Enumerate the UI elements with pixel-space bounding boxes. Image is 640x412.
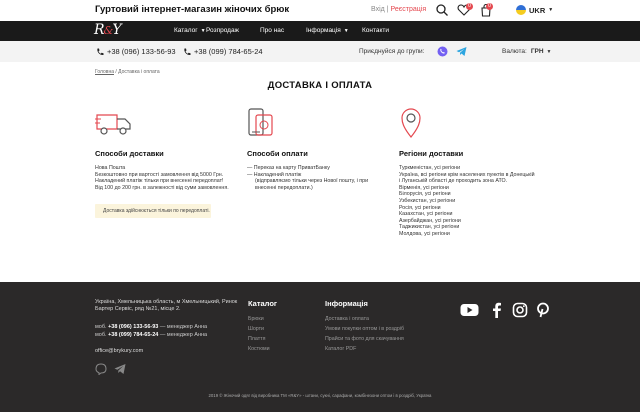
- list-item: Вірменія, усі регіони: [399, 184, 449, 191]
- payment-card-icon: [248, 108, 273, 136]
- list-item: Молдова, усі регіони: [399, 230, 450, 237]
- list-item: (відправляємо тільки через Нової пошту, …: [255, 178, 369, 185]
- footer-link[interactable]: Костюми: [248, 344, 277, 354]
- footer-catalog-column: Каталог Брюки Шорти Плаття Костюми: [248, 299, 277, 354]
- delivery-methods-section: Способи доставки Нова Пошта Безкоштовно …: [95, 105, 229, 191]
- footer-address: Україна, Хмельницька область, м Хмельниц…: [95, 299, 238, 312]
- chevron-down-icon: ▼: [548, 7, 554, 13]
- facebook-icon[interactable]: [489, 302, 505, 318]
- location-pin-icon: [401, 108, 421, 138]
- footer-link[interactable]: Брюки: [248, 314, 277, 324]
- currency-selector[interactable]: Валюта: ГРН ▼: [502, 48, 551, 55]
- footer-info-column: Інформація Доставка і оплата Умови покуп…: [325, 299, 404, 354]
- language-selector[interactable]: UKR ▼: [516, 5, 553, 15]
- nav-item-about[interactable]: Про нас: [260, 27, 284, 34]
- phone-icon: [184, 48, 191, 55]
- footer-link[interactable]: Шорти: [248, 324, 277, 334]
- pinterest-icon[interactable]: [535, 302, 551, 318]
- nav-item-catalog[interactable]: Каталог ▼: [174, 27, 206, 34]
- delivery-methods-list: Нова Пошта Безкоштовно при вартості замо…: [95, 165, 229, 191]
- list-item: Казахстан, усі регіони: [399, 211, 453, 218]
- list-item: Росія, усі регіони: [399, 204, 441, 211]
- ukraine-flag-icon: [516, 5, 526, 15]
- list-item: і Луганській області де проходить зона А…: [399, 178, 508, 185]
- footer-phone-2[interactable]: моб. +38 (099) 784-65-24 — менеджер Анна: [95, 332, 207, 338]
- contact-strip: +38 (096) 133-56-93 +38 (099) 784-65-24 …: [0, 41, 640, 62]
- footer-link[interactable]: Каталог PDF: [325, 344, 404, 354]
- telegram-icon[interactable]: [114, 363, 126, 375]
- phone-2[interactable]: +38 (099) 784-65-24: [183, 47, 263, 56]
- list-item: Узбекистан, усі регіони: [399, 197, 456, 204]
- chevron-down-icon: ▼: [200, 28, 206, 34]
- main-nav: R&Y Каталог ▼ Розпродаж Про нас Інформаці…: [0, 21, 640, 41]
- delivery-regions-title: Регіони доставки: [399, 149, 464, 158]
- list-item: Нова Пошта: [95, 165, 126, 171]
- list-item: Таджикистан, усі регіони: [399, 224, 460, 231]
- footer-info-title: Інформація: [325, 299, 368, 308]
- payment-methods-section: Способи оплати — Переказ на карту Приват…: [247, 105, 368, 191]
- list-item: — Накладений платіж: [247, 171, 302, 178]
- delivery-regions-list: Туркменістан, усі регіони Україна, всі р…: [399, 165, 535, 238]
- list-item: Білорусія, усі регіони: [399, 191, 451, 198]
- favorites-count-badge: 0: [466, 3, 473, 10]
- copyright: 2019 © Жіночий одяг від виробника ТМ «R&…: [208, 393, 432, 398]
- payment-methods-list: — Переказ на карту ПриватБанку — Накладе…: [247, 165, 368, 191]
- chevron-down-icon: ▼: [546, 49, 552, 55]
- join-group-label: Приєднуйся до групи:: [359, 48, 425, 55]
- page-title: ДОСТАВКА І ОПЛАТА: [267, 80, 373, 91]
- footer-email[interactable]: office@brykury.com: [95, 348, 143, 354]
- viber-icon[interactable]: [437, 46, 448, 57]
- list-item: Азербайджан, усі регіони: [399, 217, 461, 224]
- prepayment-note: Доставка здійснюється тільки по передопл…: [95, 204, 211, 218]
- top-bar: Гуртовий інтернет-магазин жіночих брюк В…: [0, 0, 640, 21]
- breadcrumb-current: Доставка і оплата: [118, 69, 160, 75]
- cart-count-badge: 0: [486, 3, 493, 10]
- footer-link[interactable]: Плаття: [248, 334, 277, 344]
- login-link[interactable]: Вхід: [371, 6, 385, 13]
- viber-icon[interactable]: [95, 363, 107, 375]
- footer-link[interactable]: Доставка і оплата: [325, 314, 404, 324]
- list-item: внесенні передоплати.): [255, 184, 313, 191]
- nav-item-contacts[interactable]: Контакти: [362, 27, 389, 34]
- search-icon[interactable]: [435, 3, 449, 17]
- auth-links: Вхід | Реєстрація: [371, 6, 427, 13]
- nav-item-information[interactable]: Інформація ▼: [306, 27, 349, 34]
- footer-catalog-title: Каталог: [248, 299, 278, 308]
- telegram-icon[interactable]: [456, 46, 467, 57]
- delivery-methods-title: Способи доставки: [95, 149, 164, 158]
- footer-link[interactable]: Умови покупки оптом і в роздріб: [325, 324, 404, 334]
- footer-link[interactable]: Прайси та фото для скачування: [325, 334, 404, 344]
- payment-methods-title: Способи оплати: [247, 149, 308, 158]
- youtube-icon[interactable]: [460, 302, 479, 318]
- breadcrumb-home[interactable]: Головна: [95, 69, 114, 75]
- list-item: Від 100 до 200 грн. в залежності від сум…: [95, 184, 229, 191]
- list-item: — Переказ на карту ПриватБанку: [247, 165, 330, 171]
- nav-item-sale[interactable]: Розпродаж: [206, 27, 239, 34]
- footer: Україна, Хмельницька область, м Хмельниц…: [0, 282, 640, 412]
- delivery-truck-icon: [95, 114, 131, 135]
- phone-icon: [97, 48, 104, 55]
- register-link[interactable]: Реєстрація: [390, 6, 426, 13]
- instagram-icon[interactable]: [512, 302, 528, 318]
- breadcrumb: Головна / Доставка і оплата: [95, 69, 160, 75]
- list-item: Туркменістан, усі регіони: [399, 165, 461, 171]
- logo[interactable]: R&Y: [94, 22, 122, 38]
- chevron-down-icon: ▼: [343, 28, 349, 34]
- footer-phone-1[interactable]: моб. +38 (096) 133-56-93 — менеджер Анна: [95, 324, 207, 330]
- site-title: Гуртовий інтернет-магазин жіночих брюк: [95, 4, 290, 15]
- list-item: Накладений платіж тільки при внесенні пе…: [95, 178, 224, 185]
- delivery-regions-section: Регіони доставки Туркменістан, усі регіо…: [399, 105, 535, 238]
- phone-1[interactable]: +38 (096) 133-56-93: [96, 47, 176, 56]
